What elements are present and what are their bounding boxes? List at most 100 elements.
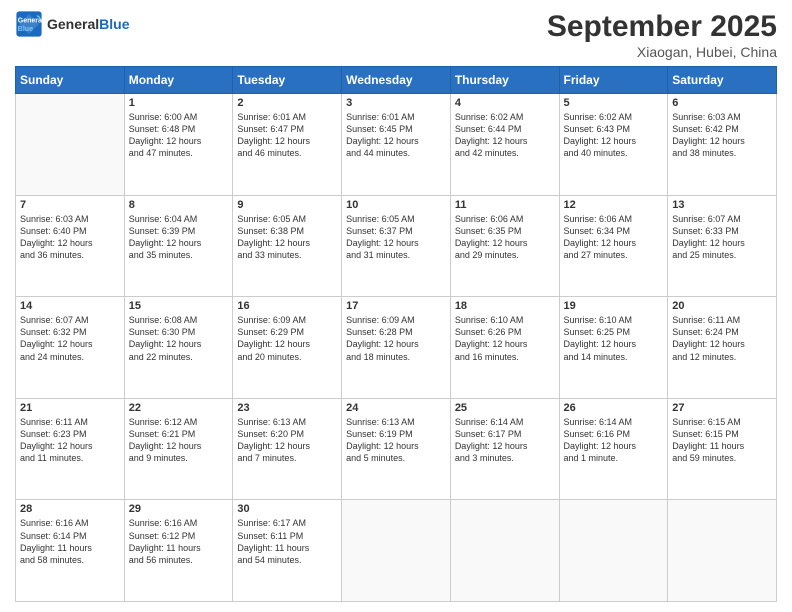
day-info: Sunrise: 6:08 AM Sunset: 6:30 PM Dayligh… — [129, 314, 229, 363]
calendar-cell: 24 Sunrise: 6:13 AM Sunset: 6:19 PM Dayli… — [342, 398, 451, 500]
calendar-week-1: 1 Sunrise: 6:00 AM Sunset: 6:48 PM Daylig… — [16, 94, 777, 196]
calendar-cell: 22 Sunrise: 6:12 AM Sunset: 6:21 PM Dayli… — [124, 398, 233, 500]
calendar-cell: 13 Sunrise: 6:07 AM Sunset: 6:33 PM Dayli… — [668, 195, 777, 297]
calendar-cell: 17Sunrise: 6:09 AM Sunset: 6:28 PM Dayli… — [342, 297, 451, 399]
header-day-wednesday: Wednesday — [342, 67, 451, 94]
calendar-cell — [450, 500, 559, 602]
header-row: SundayMondayTuesdayWednesdayThursdayFrid… — [16, 67, 777, 94]
day-number: 2 — [237, 97, 337, 109]
calendar-header: SundayMondayTuesdayWednesdayThursdayFrid… — [16, 67, 777, 94]
calendar-cell: 16Sunrise: 6:09 AM Sunset: 6:29 PM Dayli… — [233, 297, 342, 399]
calendar-table: SundayMondayTuesdayWednesdayThursdayFrid… — [15, 66, 777, 602]
logo-icon: General Blue — [15, 10, 43, 38]
header-day-saturday: Saturday — [668, 67, 777, 94]
day-number: 28 — [20, 503, 120, 515]
calendar-week-3: 14 Sunrise: 6:07 AM Sunset: 6:32 PM Dayli… — [16, 297, 777, 399]
day-info: Sunrise: 6:01 AM Sunset: 6:45 PM Dayligh… — [346, 111, 446, 160]
day-number: 7 — [20, 199, 120, 211]
calendar-cell: 27Sunrise: 6:15 AM Sunset: 6:15 PM Dayli… — [668, 398, 777, 500]
day-info: Sunrise: 6:12 AM Sunset: 6:21 PM Dayligh… — [129, 416, 229, 465]
calendar-cell: 26 Sunrise: 6:14 AM Sunset: 6:16 PM Dayli… — [559, 398, 668, 500]
day-info: Sunrise: 6:09 AM Sunset: 6:29 PM Dayligh… — [237, 314, 337, 363]
day-info: Sunrise: 6:02 AM Sunset: 6:43 PM Dayligh… — [564, 111, 664, 160]
day-info: Sunrise: 6:07 AM Sunset: 6:32 PM Dayligh… — [20, 314, 120, 363]
page: General Blue GeneralBlue September 2025 … — [0, 0, 792, 612]
day-number: 11 — [455, 199, 555, 211]
day-number: 3 — [346, 97, 446, 109]
calendar-cell: 28 Sunrise: 6:16 AM Sunset: 6:14 PM Dayli… — [16, 500, 125, 602]
day-info: Sunrise: 6:02 AM Sunset: 6:44 PM Dayligh… — [455, 111, 555, 160]
day-number: 10 — [346, 199, 446, 211]
day-info: Sunrise: 6:05 AM Sunset: 6:38 PM Dayligh… — [237, 213, 337, 262]
day-number: 26 — [564, 402, 664, 414]
logo: General Blue General Blue — [15, 10, 129, 38]
calendar-cell: 9 Sunrise: 6:05 AM Sunset: 6:38 PM Daylig… — [233, 195, 342, 297]
calendar-cell: 4 Sunrise: 6:02 AM Sunset: 6:44 PM Daylig… — [450, 94, 559, 196]
calendar-cell: 11 Sunrise: 6:06 AM Sunset: 6:35 PM Dayli… — [450, 195, 559, 297]
day-number: 20 — [672, 300, 772, 312]
calendar-week-4: 21Sunrise: 6:11 AM Sunset: 6:23 PM Dayli… — [16, 398, 777, 500]
calendar-cell: 3 Sunrise: 6:01 AM Sunset: 6:45 PM Daylig… — [342, 94, 451, 196]
day-info: Sunrise: 6:14 AM Sunset: 6:16 PM Dayligh… — [564, 416, 664, 465]
day-info: Sunrise: 6:07 AM Sunset: 6:33 PM Dayligh… — [672, 213, 772, 262]
day-info: Sunrise: 6:11 AM Sunset: 6:24 PM Dayligh… — [672, 314, 772, 363]
day-info: Sunrise: 6:10 AM Sunset: 6:26 PM Dayligh… — [455, 314, 555, 363]
calendar-cell: 8 Sunrise: 6:04 AM Sunset: 6:39 PM Daylig… — [124, 195, 233, 297]
day-number: 8 — [129, 199, 229, 211]
day-number: 30 — [237, 503, 337, 515]
day-number: 14 — [20, 300, 120, 312]
header-day-sunday: Sunday — [16, 67, 125, 94]
day-number: 15 — [129, 300, 229, 312]
day-number: 18 — [455, 300, 555, 312]
calendar-cell: 7 Sunrise: 6:03 AM Sunset: 6:40 PM Daylig… — [16, 195, 125, 297]
day-number: 5 — [564, 97, 664, 109]
header-day-thursday: Thursday — [450, 67, 559, 94]
calendar-cell: 18 Sunrise: 6:10 AM Sunset: 6:26 PM Dayli… — [450, 297, 559, 399]
calendar-cell: 15 Sunrise: 6:08 AM Sunset: 6:30 PM Dayli… — [124, 297, 233, 399]
day-info: Sunrise: 6:16 AM Sunset: 6:14 PM Dayligh… — [20, 517, 120, 566]
day-number: 4 — [455, 97, 555, 109]
day-number: 22 — [129, 402, 229, 414]
calendar-cell: 10Sunrise: 6:05 AM Sunset: 6:37 PM Dayli… — [342, 195, 451, 297]
calendar-cell: 20 Sunrise: 6:11 AM Sunset: 6:24 PM Dayli… — [668, 297, 777, 399]
calendar-cell: 23 Sunrise: 6:13 AM Sunset: 6:20 PM Dayli… — [233, 398, 342, 500]
calendar-cell: 30 Sunrise: 6:17 AM Sunset: 6:11 PM Dayli… — [233, 500, 342, 602]
day-number: 29 — [129, 503, 229, 515]
day-number: 24 — [346, 402, 446, 414]
header: General Blue GeneralBlue September 2025 … — [15, 10, 777, 60]
header-day-friday: Friday — [559, 67, 668, 94]
day-number: 17 — [346, 300, 446, 312]
day-info: Sunrise: 6:15 AM Sunset: 6:15 PM Dayligh… — [672, 416, 772, 465]
calendar-body: 1 Sunrise: 6:00 AM Sunset: 6:48 PM Daylig… — [16, 94, 777, 602]
calendar-cell — [559, 500, 668, 602]
day-info: Sunrise: 6:00 AM Sunset: 6:48 PM Dayligh… — [129, 111, 229, 160]
calendar-week-2: 7 Sunrise: 6:03 AM Sunset: 6:40 PM Daylig… — [16, 195, 777, 297]
day-number: 9 — [237, 199, 337, 211]
day-info: Sunrise: 6:13 AM Sunset: 6:20 PM Dayligh… — [237, 416, 337, 465]
day-number: 13 — [672, 199, 772, 211]
day-info: Sunrise: 6:14 AM Sunset: 6:17 PM Dayligh… — [455, 416, 555, 465]
svg-text:General: General — [18, 18, 43, 25]
main-title: September 2025 — [547, 10, 777, 44]
calendar-cell: 5 Sunrise: 6:02 AM Sunset: 6:43 PM Daylig… — [559, 94, 668, 196]
logo-line2: Blue — [99, 16, 129, 32]
calendar-cell — [342, 500, 451, 602]
calendar-cell: 14 Sunrise: 6:07 AM Sunset: 6:32 PM Dayli… — [16, 297, 125, 399]
calendar-cell: 21Sunrise: 6:11 AM Sunset: 6:23 PM Dayli… — [16, 398, 125, 500]
day-info: Sunrise: 6:03 AM Sunset: 6:40 PM Dayligh… — [20, 213, 120, 262]
day-number: 19 — [564, 300, 664, 312]
calendar-cell: 29 Sunrise: 6:16 AM Sunset: 6:12 PM Dayli… — [124, 500, 233, 602]
header-day-tuesday: Tuesday — [233, 67, 342, 94]
day-number: 23 — [237, 402, 337, 414]
calendar-cell: 6Sunrise: 6:03 AM Sunset: 6:42 PM Daylig… — [668, 94, 777, 196]
day-info: Sunrise: 6:06 AM Sunset: 6:35 PM Dayligh… — [455, 213, 555, 262]
day-info: Sunrise: 6:16 AM Sunset: 6:12 PM Dayligh… — [129, 517, 229, 566]
day-info: Sunrise: 6:04 AM Sunset: 6:39 PM Dayligh… — [129, 213, 229, 262]
day-info: Sunrise: 6:01 AM Sunset: 6:47 PM Dayligh… — [237, 111, 337, 160]
day-info: Sunrise: 6:06 AM Sunset: 6:34 PM Dayligh… — [564, 213, 664, 262]
day-number: 1 — [129, 97, 229, 109]
day-number: 12 — [564, 199, 664, 211]
day-info: Sunrise: 6:17 AM Sunset: 6:11 PM Dayligh… — [237, 517, 337, 566]
day-info: Sunrise: 6:13 AM Sunset: 6:19 PM Dayligh… — [346, 416, 446, 465]
day-number: 25 — [455, 402, 555, 414]
